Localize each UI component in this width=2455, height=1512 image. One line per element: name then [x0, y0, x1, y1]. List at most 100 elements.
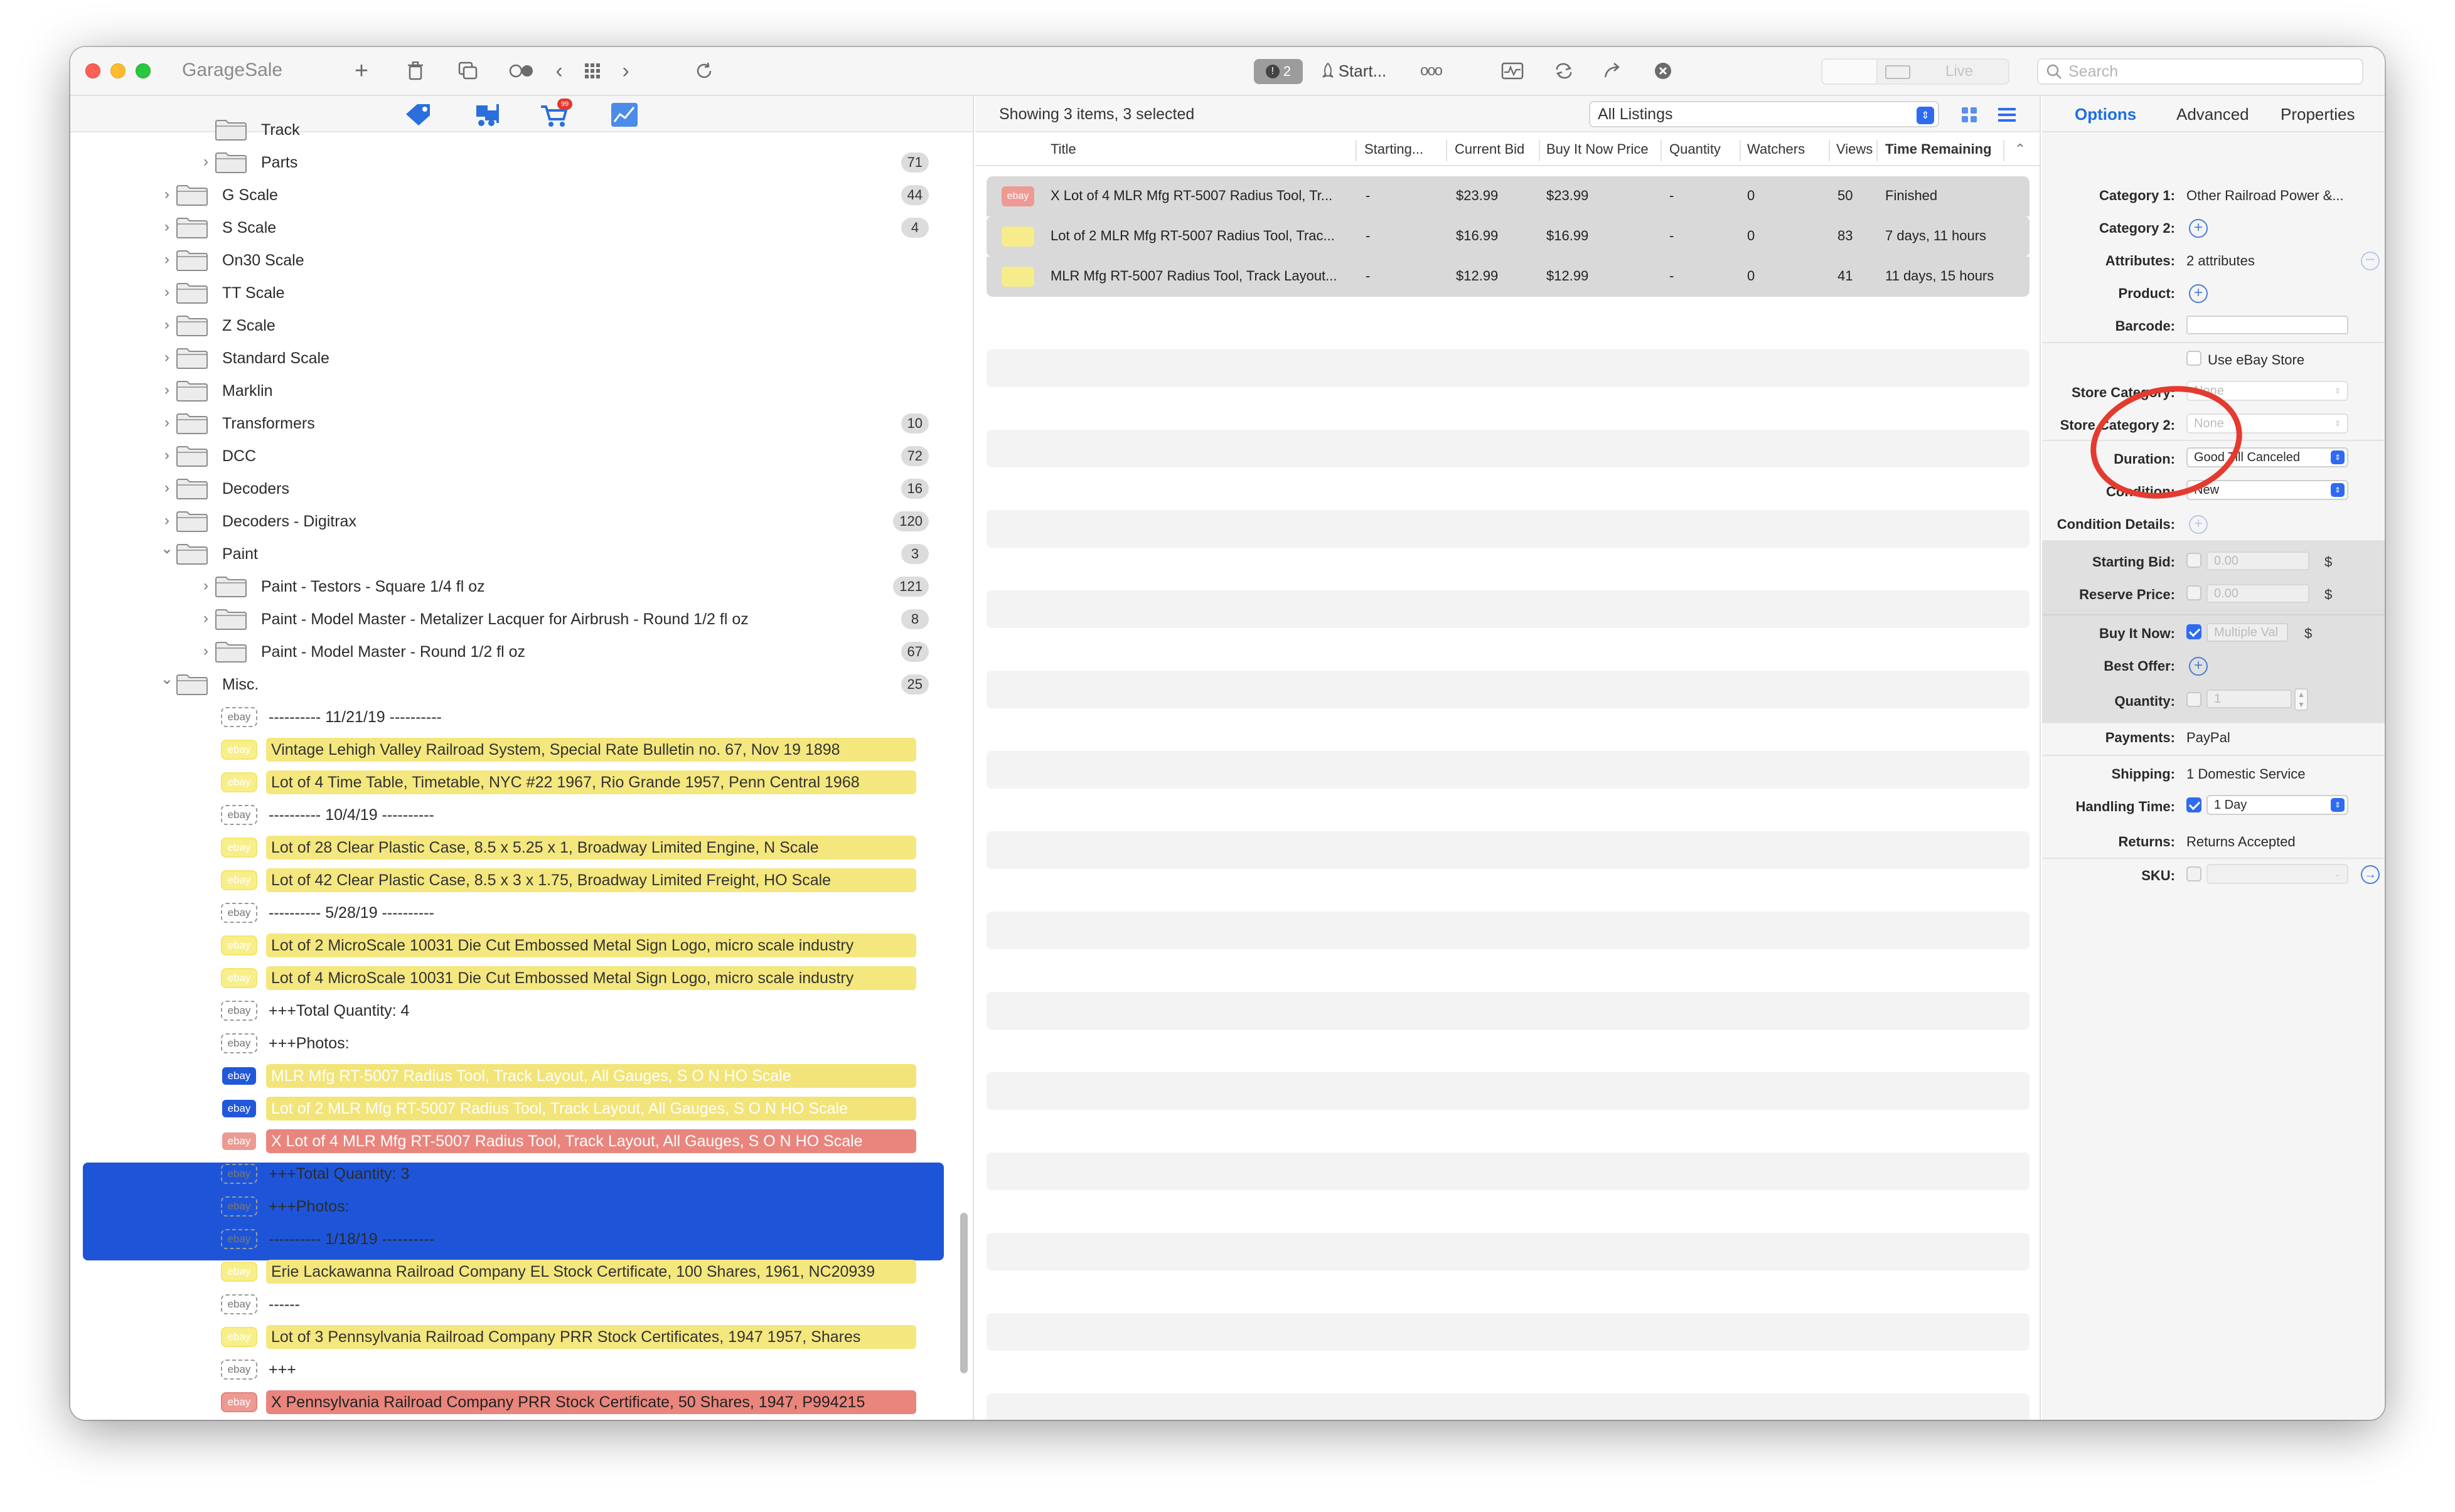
- grid-view-icon[interactable]: [580, 58, 605, 83]
- alert-count-button[interactable]: ! 2: [1254, 59, 1303, 84]
- chevron-down-icon[interactable]: ⌄: [161, 541, 173, 556]
- add-product-icon[interactable]: +: [2189, 284, 2208, 303]
- column-divider[interactable]: [1356, 140, 1357, 161]
- sidebar-folder[interactable]: › Z Scale: [70, 309, 973, 342]
- sidebar-folder[interactable]: › DCC 72: [70, 440, 973, 472]
- sidebar-listing-item[interactable]: ebay +++Total Quantity: 4: [70, 994, 973, 1027]
- sku-go-icon[interactable]: →: [2361, 865, 2380, 884]
- sidebar-listing-item[interactable]: ebay Lot of 4 MicroScale 10031 Die Cut Em…: [70, 962, 973, 994]
- column-header[interactable]: Buy It Now Price: [1546, 141, 1649, 157]
- payments-value[interactable]: PayPal: [2186, 730, 2230, 746]
- sidebar-listing-item[interactable]: ebay X Lot of 4 MLR Mfg RT-5007 Radius To…: [70, 1125, 973, 1158]
- search-input[interactable]: Search: [2037, 58, 2363, 85]
- column-divider[interactable]: [1740, 140, 1741, 161]
- live-preview-toggle[interactable]: Live: [1821, 58, 2009, 85]
- sidebar-folder[interactable]: › S Scale 4: [70, 211, 973, 244]
- chevron-right-icon[interactable]: ›: [200, 611, 212, 626]
- column-header[interactable]: Watchers: [1747, 141, 1805, 157]
- chevron-right-icon[interactable]: ›: [161, 187, 173, 202]
- buy-it-now-field[interactable]: Multiple Val: [2206, 623, 2288, 642]
- tab-properties[interactable]: Properties: [2281, 105, 2355, 124]
- handling-time-checkbox[interactable]: [2186, 797, 2201, 812]
- close-window-button[interactable]: [85, 63, 100, 78]
- table-row[interactable]: ebay X Lot of 4 MLR Mfg RT-5007 Radius To…: [987, 176, 2030, 216]
- add-icon[interactable]: +: [349, 58, 374, 84]
- chevron-right-icon[interactable]: ›: [200, 578, 212, 594]
- add-best-offer-icon[interactable]: +: [2189, 657, 2208, 676]
- sidebar-listing-item[interactable]: ebay Lot of 3 Pennsylvania Railroad Compa…: [70, 1321, 973, 1353]
- sidebar-folder[interactable]: › Decoders - Digitrax 120: [70, 505, 973, 538]
- forward-icon[interactable]: ›: [616, 58, 635, 83]
- sidebar-listing-item[interactable]: ebay X Pennsylvania Railroad Company PRR …: [70, 1386, 973, 1419]
- chevron-down-icon[interactable]: ⌄: [161, 672, 173, 687]
- table-row[interactable]: ebay MLR Mfg RT-5007 Radius Tool, Track L…: [987, 257, 2030, 297]
- sidebar-listing-item[interactable]: ebay MLR Mfg RT-5007 Radius Tool, Track L…: [70, 1060, 973, 1092]
- barcode-field[interactable]: [2186, 316, 2348, 334]
- chevron-right-icon[interactable]: ›: [161, 383, 173, 398]
- sync-icon[interactable]: [1550, 58, 1578, 83]
- chevron-right-icon[interactable]: ›: [161, 220, 173, 235]
- sku-field[interactable]: ⌄: [2206, 864, 2348, 884]
- handling-time-select[interactable]: 1 Day ⇕: [2206, 795, 2348, 815]
- chevron-right-icon[interactable]: ›: [161, 317, 173, 333]
- sort-ascending-icon[interactable]: ⌃: [2014, 141, 2026, 157]
- toggle-icon[interactable]: [507, 58, 537, 83]
- start-button[interactable]: Start...: [1307, 58, 1401, 83]
- sidebar-folder[interactable]: › Standard Scale: [70, 342, 973, 375]
- stepper-arrows-icon[interactable]: ▲ ▼: [2294, 688, 2308, 711]
- column-header[interactable]: Starting...: [1364, 141, 1423, 157]
- sidebar-folder[interactable]: Track: [70, 114, 973, 146]
- buy-it-now-checkbox[interactable]: [2186, 624, 2201, 639]
- chevron-right-icon[interactable]: ›: [161, 415, 173, 430]
- grid-layout-icon[interactable]: [1960, 106, 1978, 127]
- sidebar-folder[interactable]: › Paint - Testors - Square 1/4 fl oz 121: [70, 570, 973, 603]
- edit-icon[interactable]: [1822, 60, 1878, 83]
- activity-icon[interactable]: [1499, 58, 1526, 83]
- add-category2-icon[interactable]: +: [2189, 219, 2208, 238]
- sidebar-folder[interactable]: ⌄ Paint 3: [70, 538, 973, 570]
- attributes-value[interactable]: 2 attributes: [2186, 253, 2255, 269]
- sidebar-folder[interactable]: › Transformers 10: [70, 407, 973, 440]
- back-icon[interactable]: ‹: [550, 58, 569, 83]
- chevron-right-icon[interactable]: ›: [200, 644, 212, 659]
- sidebar-listing-item[interactable]: ebay Lot of 4 Time Table, Timetable, NYC …: [70, 766, 973, 799]
- sidebar-folder[interactable]: › TT Scale: [70, 277, 973, 309]
- column-header[interactable]: Views: [1836, 141, 1873, 157]
- sidebar-listing-item[interactable]: ebay Lot of 28 Clear Plastic Case, 8.5 x …: [70, 831, 973, 864]
- sidebar-folder[interactable]: › Paint - Model Master - Metalizer Lacque…: [70, 603, 973, 636]
- starting-bid-checkbox[interactable]: [2186, 553, 2201, 568]
- sidebar-listing-item[interactable]: ebay +++Photos:: [70, 1190, 973, 1223]
- zoom-window-button[interactable]: [136, 63, 151, 78]
- sidebar-listing-item[interactable]: ebay Vintage Lehigh Valley Railroad Syste…: [70, 733, 973, 766]
- remove-attributes-icon[interactable]: −: [2361, 251, 2380, 270]
- sidebar-listing-item[interactable]: ebay Lot of 42 Clear Plastic Case, 8.5 x …: [70, 864, 973, 897]
- quantity-stepper[interactable]: 1: [2206, 689, 2292, 708]
- sidebar-listing-item[interactable]: ebay +++Total Quantity: 3: [70, 1158, 973, 1190]
- sidebar-folder[interactable]: ⌄ Misc. 25: [70, 668, 973, 701]
- shipping-value[interactable]: 1 Domestic Service: [2186, 766, 2306, 782]
- relist-icon[interactable]: [1599, 58, 1627, 83]
- column-divider[interactable]: [1876, 140, 1878, 161]
- sidebar-scrollbar[interactable]: [960, 1213, 968, 1373]
- sidebar-listing-item[interactable]: ebay ---------- 1/18/19 ----------: [70, 1223, 973, 1255]
- table-row[interactable]: ebay Lot of 2 MLR Mfg RT-5007 Radius Tool…: [987, 216, 2030, 257]
- column-divider[interactable]: [2003, 140, 2004, 161]
- duplicate-icon[interactable]: [456, 58, 481, 83]
- column-divider[interactable]: [1661, 140, 1662, 161]
- sidebar-listing-item[interactable]: ebay ------: [70, 1288, 973, 1321]
- chevron-right-icon[interactable]: ›: [161, 350, 173, 365]
- chevron-right-icon[interactable]: ›: [161, 513, 173, 528]
- add-condition-details-icon[interactable]: +: [2189, 515, 2208, 534]
- sidebar-folder[interactable]: › On30 Scale: [70, 244, 973, 277]
- column-header[interactable]: Title: [1051, 141, 1076, 157]
- chevron-right-icon[interactable]: ›: [161, 481, 173, 496]
- tab-options[interactable]: Options: [2075, 105, 2136, 124]
- category1-value[interactable]: Other Railroad Power &...: [2186, 188, 2344, 204]
- listing-filter-dropdown[interactable]: All Listings ⇕: [1589, 101, 1939, 127]
- tab-advanced[interactable]: Advanced: [2176, 105, 2249, 124]
- sidebar-listing-item[interactable]: ebay +++: [70, 1353, 973, 1386]
- reserve-price-field[interactable]: 0.00: [2206, 584, 2309, 603]
- column-header[interactable]: Time Remaining: [1885, 141, 1992, 157]
- column-divider[interactable]: [1446, 140, 1447, 161]
- more-icon[interactable]: ooo: [1412, 58, 1450, 83]
